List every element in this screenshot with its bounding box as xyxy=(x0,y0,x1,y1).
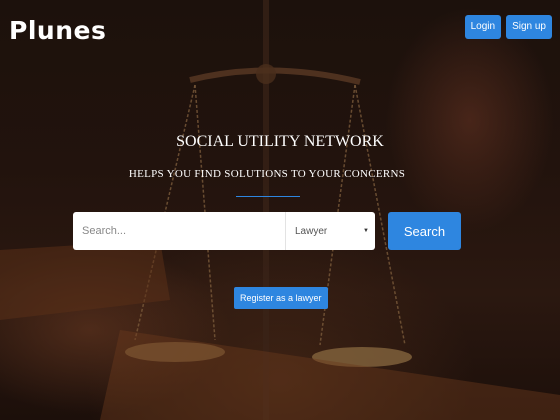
app-logo[interactable]: Plunes xyxy=(9,16,106,45)
category-select[interactable]: Lawyer ▼ xyxy=(285,212,375,250)
background-scales-image xyxy=(0,0,560,420)
login-button[interactable]: Login xyxy=(464,15,502,39)
scales-of-justice-illustration xyxy=(0,0,560,420)
hero-title: SOCIAL UTILITY NETWORK xyxy=(176,133,384,150)
signup-button[interactable]: Sign up xyxy=(506,15,552,39)
chevron-down-icon: ▼ xyxy=(363,228,369,234)
hero-divider xyxy=(236,196,300,197)
search-input[interactable] xyxy=(73,212,285,250)
category-select-value: Lawyer xyxy=(295,225,328,237)
hero-subtitle: HELPS YOU FIND SOLUTIONS TO YOUR CONCERN… xyxy=(128,168,406,180)
search-button[interactable]: Search xyxy=(388,212,461,250)
auth-buttons: Login Sign up xyxy=(464,15,552,39)
search-box: Lawyer ▼ xyxy=(73,212,375,250)
register-lawyer-button[interactable]: Register as a lawyer xyxy=(234,287,328,309)
